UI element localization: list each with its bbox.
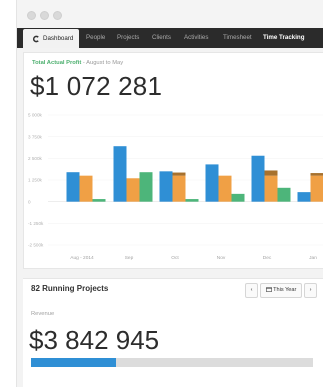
bar (218, 175, 232, 202)
nav-item-timesheet[interactable]: Timesheet (223, 28, 252, 48)
bar (231, 193, 245, 202)
nav-item-time-tracking[interactable]: Time Tracking (263, 28, 305, 48)
window-zoom-dot[interactable] (53, 11, 62, 20)
nav-item-label: People (86, 34, 106, 41)
profit-bar-chart: 5 000k 3 750k 2 500k 1 250k 0 -1 250k -2 500k A… (28, 113, 323, 261)
nav-item-label: Time Tracking (263, 34, 305, 41)
nav-item-projects[interactable]: Projects (117, 28, 139, 48)
top-navigation: Dashboard People Projects Clients Activi… (17, 28, 323, 48)
period-label: This Year (273, 287, 297, 293)
bar (251, 155, 265, 202)
profit-value: $1 072 281 (30, 71, 163, 101)
y-tick-label: 3 750k (28, 134, 42, 139)
bar (79, 175, 93, 202)
bar (159, 171, 173, 202)
calendar-icon (265, 286, 272, 292)
y-tick-label: 0 (28, 199, 31, 204)
nav-item-label: Dashboard (43, 35, 74, 42)
bar (264, 175, 278, 202)
running-projects-bar: 82 Running Projects ‹ This Year › (23, 278, 323, 302)
revenue-progress-track (31, 358, 313, 367)
x-tick-label: Dec (263, 255, 272, 261)
nav-item-people[interactable]: People (86, 28, 105, 48)
nav-item-clients[interactable]: Clients (152, 28, 171, 48)
revenue-panel: Revenue $3 842 945 (23, 301, 323, 387)
running-projects-title: 82 Running Projects (31, 284, 109, 293)
app-logo-icon (32, 35, 39, 43)
profit-label-strong: Total Actual Profit (32, 60, 82, 66)
bar (172, 175, 186, 202)
profit-label-range: - August to May (81, 60, 124, 66)
bar (92, 199, 106, 202)
previous-period-button[interactable]: ‹ (245, 283, 258, 298)
profit-card: Total Actual Profit - August to May $1 0… (23, 52, 323, 269)
nav-item-label: Timesheet (223, 34, 252, 41)
bar-overlay (264, 170, 278, 176)
y-tick-label: 2 500k (28, 156, 42, 161)
nav-item-label: Clients (152, 34, 171, 41)
period-selector[interactable]: This Year (260, 283, 302, 298)
x-tick-label: Jan (309, 255, 317, 261)
x-tick-label: Nov (217, 255, 226, 261)
window-close-dot[interactable] (27, 11, 36, 20)
chevron-right-icon: › (309, 287, 312, 293)
nav-item-activities[interactable]: Activities (184, 28, 208, 48)
bar (185, 199, 199, 202)
app-window: Dashboard People Projects Clients Activi… (16, 0, 323, 387)
bar (277, 187, 291, 202)
bar (297, 192, 311, 202)
bar (205, 164, 219, 202)
bar (126, 178, 140, 202)
x-tick-label: Oct (171, 255, 179, 261)
y-tick-label: -2 500k (28, 243, 44, 248)
chevron-left-icon: ‹ (250, 287, 253, 293)
profit-label: Total Actual Profit - August to May (32, 60, 123, 66)
y-tick-label: -1 250k (28, 221, 44, 226)
nav-item-dashboard[interactable]: Dashboard (23, 29, 80, 48)
window-minimize-dot[interactable] (40, 11, 49, 20)
bar (113, 146, 127, 202)
x-tick-label: Sep (125, 255, 134, 261)
revenue-progress-fill (31, 358, 116, 367)
nav-item-label: Activities (184, 34, 209, 41)
y-tick-label: 1 250k (28, 178, 42, 183)
bar (310, 175, 323, 202)
y-tick-label: 5 000k (28, 113, 42, 118)
bar-overlay (310, 173, 323, 176)
nav-item-label: Projects (117, 34, 140, 41)
next-period-button[interactable]: › (304, 283, 317, 298)
window-titlebar (17, 0, 323, 28)
revenue-value: $3 842 945 (29, 325, 160, 355)
x-tick-label: Aug - 2014 (70, 255, 94, 261)
bar-overlay (172, 172, 186, 176)
bar (139, 172, 153, 202)
revenue-label: Revenue (31, 311, 55, 317)
bar (66, 172, 80, 202)
